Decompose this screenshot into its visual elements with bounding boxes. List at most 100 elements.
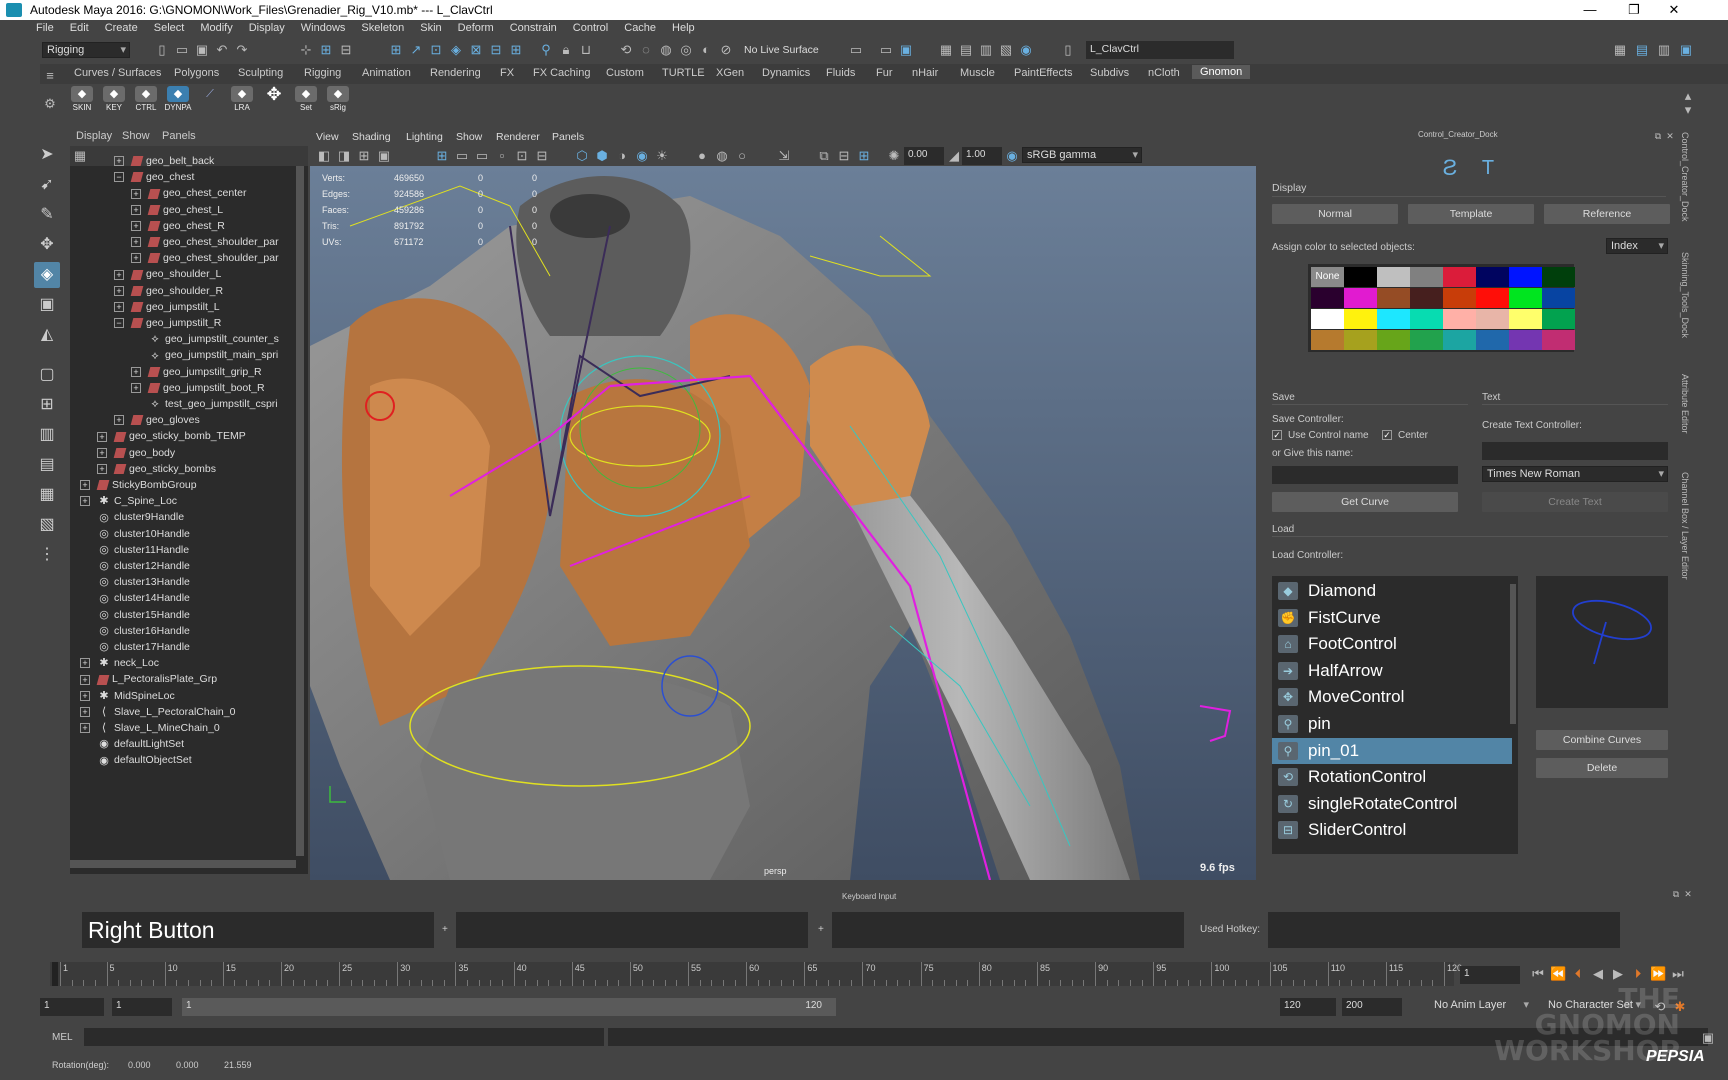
menu-windows[interactable]: Windows <box>293 20 354 34</box>
menu-control[interactable]: Control <box>565 20 616 34</box>
ipr-icon[interactable]: ▥ <box>978 42 994 58</box>
step-forward-frame-icon[interactable]: ⏵ <box>1630 966 1646 982</box>
image-plane-icon[interactable]: ▣ <box>376 148 392 164</box>
shelf-key-button[interactable]: ◆ KEY <box>100 86 128 116</box>
color-swatch[interactable] <box>1476 330 1509 350</box>
gamma-icon[interactable]: ◢ <box>946 148 962 164</box>
live-surface-label[interactable]: No Live Surface <box>744 44 819 56</box>
menu-file[interactable]: File <box>28 20 62 34</box>
ao-icon[interactable]: ◍ <box>714 148 730 164</box>
tab-control-creator[interactable]: Control_Creator_Dock <box>1680 132 1690 222</box>
time-ruler[interactable]: 1 5 10 15 20 25 30 35 40 45 50 55 60 65 70 75 80 85 90 95 10… <box>50 962 1462 986</box>
controller-list-item[interactable]: ➔ HalfArrow <box>1272 658 1512 684</box>
shelf-tab-curves[interactable]: Curves / Surfaces <box>74 67 161 79</box>
controller-list-item[interactable]: ✊ FistCurve <box>1272 605 1512 631</box>
snap-live-icon[interactable]: ⊟ <box>488 42 504 58</box>
expand-icon[interactable]: + <box>114 302 124 313</box>
color-swatch[interactable] <box>1377 288 1410 308</box>
color-swatch[interactable] <box>1377 330 1410 350</box>
shelf-axis-button[interactable]: ✥ <box>260 85 288 116</box>
shelf-tab-rendering[interactable]: Rendering <box>430 67 481 79</box>
layout-icon[interactable]: ▥ <box>34 422 60 448</box>
time-slider[interactable]: 1 5 10 15 20 25 30 35 40 45 50 55 60 65 70 75 80 85 90 95 10… <box>40 960 1728 988</box>
textured-icon[interactable]: ◉ <box>634 148 650 164</box>
object-name-field[interactable]: L_ClavCtrl <box>1086 41 1234 59</box>
shelf-tab-turtle[interactable]: TURTLE <box>662 67 705 79</box>
shelf-tab-sculpting[interactable]: Sculpting <box>238 67 283 79</box>
expand-icon[interactable]: + <box>80 496 90 507</box>
new-scene-icon[interactable]: ▯ <box>154 42 170 58</box>
xray-active-icon[interactable]: ⊞ <box>856 148 872 164</box>
color-swatch[interactable] <box>1311 288 1344 308</box>
text-tool-icon[interactable]: T <box>1476 158 1500 184</box>
go-to-end-icon[interactable]: ⏭ <box>1670 966 1686 982</box>
expand-icon[interactable]: + <box>80 674 90 685</box>
wire-on-shaded-icon[interactable]: ◑ <box>614 148 630 164</box>
collapse-icon[interactable]: − <box>114 318 124 329</box>
animation-end-field[interactable]: 200 <box>1342 998 1402 1016</box>
tab-channel-box[interactable]: Channel Box / Layer Editor <box>1680 472 1690 580</box>
modifier-field-1[interactable] <box>456 912 808 948</box>
menu-modify[interactable]: Modify <box>192 20 240 34</box>
color-swatch[interactable] <box>1509 288 1542 308</box>
exposure-icon[interactable]: ✺ <box>886 148 902 164</box>
film-gate-icon[interactable]: ▭ <box>454 148 470 164</box>
curve-tool-icon[interactable]: Ƨ <box>1438 157 1462 184</box>
vp-menu-shading[interactable]: Shading <box>352 131 391 143</box>
render-view-icon[interactable]: ▦ <box>938 42 954 58</box>
paint-select-icon[interactable]: ◍ <box>658 42 674 58</box>
lasso-tool-icon[interactable]: ➹ <box>34 172 60 198</box>
camera-icon[interactable]: ◧ <box>316 148 332 164</box>
gamma-field[interactable]: 1.00 <box>962 147 1002 165</box>
redo-icon[interactable]: ↷ <box>234 42 250 58</box>
expand-icon[interactable]: + <box>80 707 90 718</box>
filter-icon[interactable]: ▦ <box>72 148 88 164</box>
display-template-button[interactable]: Template <box>1408 204 1534 224</box>
color-swatch[interactable] <box>1410 330 1443 350</box>
magnet-live-icon[interactable]: ⊘ <box>718 42 734 58</box>
color-swatch[interactable] <box>1443 330 1476 350</box>
snap-view-icon[interactable]: ⊠ <box>468 42 484 58</box>
panel-close-icon[interactable]: ✕ <box>1680 886 1696 902</box>
shelf-dynpa-button[interactable]: ◆ DYNPA <box>164 86 192 116</box>
camera-attr-icon[interactable]: ◨ <box>336 148 352 164</box>
color-swatch[interactable] <box>1311 309 1344 329</box>
snap-curve-icon[interactable]: ↗ <box>408 42 424 58</box>
menu-select[interactable]: Select <box>146 20 193 34</box>
shelf-set-button[interactable]: ◆ Set <box>292 86 320 116</box>
viewport-scene[interactable]: Verts: Edges: Faces: Tris: UVs: 469650 9… <box>310 166 1256 880</box>
symmetry-icon[interactable]: ◐ <box>698 42 714 58</box>
expand-icon[interactable]: + <box>131 188 141 199</box>
color-swatch[interactable] <box>1377 267 1410 287</box>
select-object-icon[interactable]: ⊞ <box>318 42 334 58</box>
motion-blur-icon[interactable]: ○ <box>734 148 750 164</box>
rotate-tool-icon[interactable]: ◈ <box>34 262 60 288</box>
lights-icon[interactable]: ☀ <box>654 148 670 164</box>
expand-icon[interactable]: + <box>131 366 141 377</box>
maximize-button[interactable]: ❐ <box>1614 1 1654 19</box>
expand-icon[interactable]: + <box>131 221 141 232</box>
expand-icon[interactable]: + <box>80 480 90 491</box>
gate-mask-icon[interactable]: ▫ <box>494 148 510 164</box>
text-controller-input[interactable] <box>1482 442 1668 460</box>
modeling-toolkit-icon[interactable]: ▦ <box>1612 42 1628 58</box>
vp-menu-renderer[interactable]: Renderer <box>496 131 540 143</box>
hypershade-icon[interactable]: ◉ <box>1018 42 1034 58</box>
wireframe-icon[interactable]: ⬡ <box>574 148 590 164</box>
color-swatch[interactable] <box>1542 309 1575 329</box>
step-back-key-icon[interactable]: ⏪ <box>1550 966 1566 982</box>
mouse-button-field[interactable]: Right Button <box>82 912 434 948</box>
shelf-menu-icon[interactable]: ⚙ <box>42 96 58 112</box>
color-swatch[interactable] <box>1311 330 1344 350</box>
menu-display[interactable]: Display <box>241 20 293 34</box>
controller-list-item[interactable]: ⟲ RotationControl <box>1272 764 1512 790</box>
color-swatch[interactable] <box>1509 267 1542 287</box>
soft-select-icon[interactable]: ◎ <box>678 42 694 58</box>
move-tool-icon[interactable]: ✥ <box>34 232 60 258</box>
color-swatch[interactable] <box>1542 330 1575 350</box>
play-backward-icon[interactable]: ◀ <box>1590 966 1606 982</box>
color-swatch[interactable] <box>1344 288 1377 308</box>
menu-create[interactable]: Create <box>97 20 146 34</box>
controller-list-item[interactable]: ⚲ pin <box>1272 711 1512 737</box>
current-frame-field[interactable]: 1 <box>1460 966 1520 984</box>
